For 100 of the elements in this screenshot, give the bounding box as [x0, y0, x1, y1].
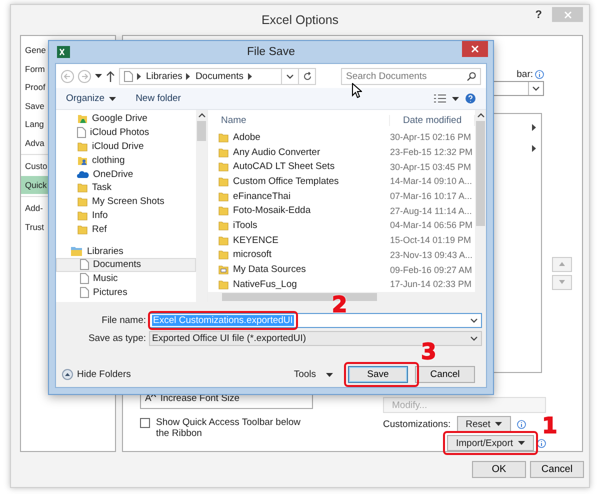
date-cell-text: 27-Aug-14 11:14 A... — [390, 206, 473, 216]
scrollbar-thumb[interactable] — [476, 121, 485, 226]
nav-item[interactable]: Ref — [56, 222, 196, 236]
breadcrumb-item[interactable]: Documents — [195, 70, 244, 82]
chevron-icon — [186, 72, 192, 80]
file-name[interactable]: AutoCAD LT Sheet Sets — [208, 161, 390, 172]
chevron-icon — [248, 72, 252, 80]
forward-icon[interactable] — [78, 70, 91, 82]
organize-button[interactable]: Organize — [66, 93, 116, 104]
folder-icon — [218, 249, 229, 260]
caret-icon — [326, 372, 333, 376]
close-icon — [471, 45, 479, 53]
date-cell-text: 14-Mar-14 09:10 A... — [390, 176, 474, 186]
caret-icon — [518, 441, 526, 446]
checkbox-label: Show Quick Access Toolbar below the Ribbon — [156, 417, 302, 440]
file-name[interactable]: My Data Sources — [208, 264, 390, 276]
file-icon — [80, 273, 89, 284]
nav-item[interactable]: OneDrive — [56, 167, 196, 181]
chevron-down-icon — [470, 334, 478, 342]
customizations-label: Customizations: — [383, 418, 451, 430]
search-field[interactable]: Search Documents — [341, 68, 481, 84]
scrollbar[interactable] — [196, 110, 207, 302]
field-label: Save as type: — [87, 332, 147, 344]
nav-item[interactable]: Music — [56, 272, 196, 286]
back-icon[interactable] — [61, 70, 74, 82]
info-icon — [535, 70, 544, 80]
refresh-icon[interactable] — [302, 72, 312, 80]
help-button[interactable]: ? — [535, 8, 542, 20]
cancel-button[interactable]: Cancel — [415, 366, 475, 383]
address-bar[interactable]: Libraries Documents — [119, 68, 316, 84]
folder-icon — [218, 278, 229, 290]
file-icon — [77, 127, 86, 138]
dialog-button[interactable]: Cancel — [530, 461, 584, 478]
chevron-down-icon — [532, 85, 540, 92]
file-name[interactable]: Adobe — [208, 132, 390, 143]
file-name[interactable]: NativeFus_Log — [208, 278, 390, 290]
caret-icon — [495, 422, 502, 426]
file-name[interactable]: Custom Office Templates — [208, 176, 390, 187]
help-icon[interactable] — [465, 93, 476, 104]
folder-icon — [218, 205, 229, 216]
nav-item[interactable]: Task — [56, 180, 196, 195]
dialog-button[interactable]: OK — [472, 461, 526, 478]
file-name[interactable]: Foto-Mosaik-Edda — [208, 205, 390, 216]
chevron-icon — [532, 124, 537, 131]
breadcrumb-item[interactable]: Libraries — [146, 70, 182, 82]
file-icon — [124, 70, 133, 82]
nav-item[interactable]: iCloud Photos — [56, 126, 196, 140]
column-header[interactable]: Name — [208, 114, 390, 126]
file-name[interactable]: KEYENCE — [208, 234, 390, 246]
move-down-button[interactable] — [552, 274, 572, 290]
up-arrow-icon[interactable] — [106, 70, 115, 82]
step-number: 2 — [332, 294, 348, 316]
dialog-title: File Save — [247, 46, 295, 58]
date-cell-text: 07-Mar-16 10:17 A... — [390, 191, 474, 202]
search-icon — [467, 72, 476, 80]
date-cell-text: 09-Feb-16 09:27 AM — [390, 264, 474, 275]
cloud-icon — [77, 170, 89, 178]
file-icon — [80, 259, 89, 270]
folder-icon — [218, 264, 229, 276]
scrollbar-thumb[interactable] — [197, 121, 206, 141]
nav-item[interactable]: Info — [56, 208, 196, 222]
checkbox[interactable] — [140, 418, 150, 428]
libraries-icon — [70, 246, 83, 256]
chevron-up-icon — [198, 112, 206, 119]
import-export-button[interactable]: Import/Export — [447, 435, 534, 452]
hide-folders-button[interactable]: Hide Folders — [62, 369, 131, 380]
excel-icon — [57, 46, 70, 58]
date-cell-text: 30-Apr-15 03:45 PM — [390, 162, 472, 172]
nav-item[interactable]: Libraries — [56, 244, 196, 258]
nav-item[interactable]: iCloud Drive — [56, 140, 196, 154]
chevron-up-icon — [476, 112, 484, 119]
file-name[interactable]: Any Audio Converter — [208, 146, 390, 158]
folder-icon — [77, 196, 88, 208]
nav-item[interactable]: My Screen Shots — [56, 194, 196, 209]
triangle-up-icon — [559, 262, 565, 266]
folder-icon — [77, 182, 88, 194]
reset-button[interactable]: Reset — [456, 416, 512, 432]
date-cell-text: 23-Feb-15 12:32 PM — [390, 147, 474, 158]
chevron-down-icon — [286, 72, 294, 80]
file-name[interactable]: iTools — [208, 220, 390, 231]
drive-folder-icon — [77, 113, 88, 124]
move-up-button[interactable] — [552, 256, 572, 272]
view-list-icon[interactable] — [434, 94, 446, 103]
scrollbar[interactable] — [475, 110, 486, 292]
chevron-icon — [137, 72, 142, 80]
nav-item[interactable]: clothing — [56, 153, 196, 168]
tools-button[interactable]: Tools — [294, 369, 333, 380]
caret-icon — [452, 96, 459, 100]
caret-icon — [95, 74, 102, 78]
file-name[interactable]: eFinanceThai — [208, 190, 390, 202]
save-button[interactable]: Save — [348, 366, 408, 383]
nav-item[interactable]: Google Drive — [56, 112, 196, 126]
folder-icon — [218, 176, 229, 187]
nav-item[interactable]: Documents — [56, 258, 196, 272]
step-number: 1 — [542, 416, 558, 438]
close-button[interactable] — [462, 41, 488, 57]
new-folder-button[interactable]: New folder — [136, 93, 181, 104]
file-name[interactable]: microsoft — [208, 249, 390, 260]
window-title: Excel Options — [261, 13, 339, 28]
triangle-down-icon — [559, 280, 565, 284]
